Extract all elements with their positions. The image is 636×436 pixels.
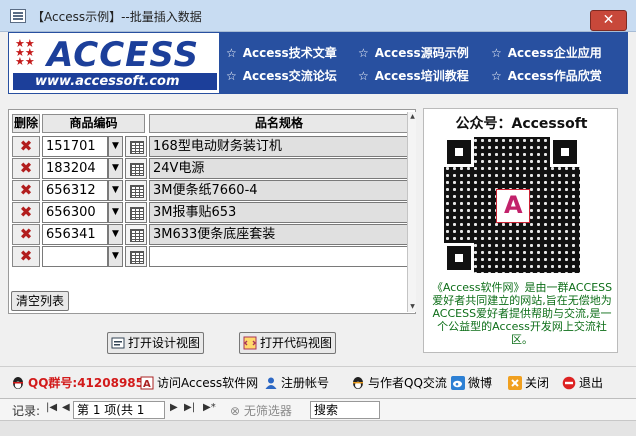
star-icon: ☆	[491, 69, 502, 83]
nav-access-source[interactable]: ☆ Access源码示例	[358, 44, 469, 61]
user-icon	[265, 377, 277, 389]
nav-access-showcase[interactable]: ☆ Access作品欣赏	[491, 67, 602, 84]
clear-list-button[interactable]: 清空列表	[11, 291, 69, 311]
name-field[interactable]	[149, 246, 409, 267]
logo-url: www.accessoft.com	[13, 73, 217, 90]
qr-panel: 公众号：Accessoft 《Access软件网》是由一群ACCESS爱好者共同…	[423, 108, 618, 353]
open-code-view-button[interactable]: 打开代码视图	[239, 332, 336, 354]
logo-stars-icon: ★★ ★★ ★★	[15, 37, 35, 68]
subform-grid: 删除 商品编码 品名规格 ✖ 151701 ▼ 168型电动财务装订机 ✖ 18…	[8, 109, 416, 314]
scroll-down-icon[interactable]: ▼	[408, 302, 417, 312]
record-label: 记录:	[12, 404, 41, 418]
record-position[interactable]: 第 1 项(共 1 项)	[73, 401, 165, 433]
name-field[interactable]: 3M633便条底座套装	[149, 224, 409, 245]
code-input[interactable]: 183204	[42, 158, 108, 179]
search-input[interactable]: 搜索	[310, 401, 380, 419]
window-close-button[interactable]: ✕	[590, 10, 627, 31]
delete-row-button[interactable]: ✖	[12, 158, 40, 179]
name-field[interactable]: 24V电源	[149, 158, 409, 179]
qq-group: QQ群号:41208985	[11, 374, 144, 391]
scroll-up-icon[interactable]: ▲	[408, 112, 417, 122]
design-view-icon	[111, 337, 125, 349]
nav-access-training[interactable]: ☆ Access培训教程	[358, 67, 469, 84]
nav-access-enterprise[interactable]: ☆ Access企业应用	[491, 44, 602, 61]
chevron-down-icon[interactable]: ▼	[108, 224, 123, 245]
star-icon: ☆	[226, 46, 237, 60]
chevron-down-icon[interactable]: ▼	[108, 158, 123, 179]
calculator-icon[interactable]	[125, 224, 147, 245]
logo-text: ACCESS	[47, 35, 200, 75]
delete-row-button[interactable]: ✖	[12, 202, 40, 223]
record-navigator: 记录: |◀ ◀ 第 1 项(共 1 项) ▶ ▶| ▶* ⊗ 无筛选器 搜索	[0, 398, 636, 433]
status-bar	[0, 420, 636, 436]
first-record-icon[interactable]: |◀	[46, 402, 57, 413]
author-qq-link[interactable]: 与作者QQ交流	[351, 374, 447, 391]
star-icon: ☆	[226, 69, 237, 83]
window-title: 【Access示例】--批量插入数据	[32, 10, 202, 24]
code-input[interactable]: 151701	[42, 136, 108, 157]
qr-code-image	[444, 137, 580, 273]
code-input[interactable]	[42, 246, 108, 267]
calculator-icon[interactable]	[125, 158, 147, 179]
delete-row-button[interactable]: ✖	[12, 136, 40, 157]
title-bar: 【Access示例】--批量插入数据 ✕	[0, 0, 636, 32]
nav-access-forum[interactable]: ☆ Access交流论坛	[226, 67, 337, 84]
chevron-down-icon[interactable]: ▼	[108, 202, 123, 223]
chevron-down-icon[interactable]: ▼	[108, 246, 123, 267]
prev-record-icon[interactable]: ◀	[62, 402, 70, 413]
nav-access-articles[interactable]: ☆ Access技术文章	[226, 44, 337, 61]
calculator-icon[interactable]	[125, 246, 147, 267]
code-view-icon	[243, 336, 257, 350]
no-filter-icon: ⊗	[230, 404, 244, 418]
filter-indicator[interactable]: ⊗ 无筛选器	[230, 402, 292, 419]
chevron-down-icon[interactable]: ▼	[108, 180, 123, 201]
chevron-down-icon[interactable]: ▼	[108, 136, 123, 157]
visit-site-link[interactable]: A 访问Access软件网	[140, 374, 258, 391]
new-record-icon[interactable]: ▶*	[203, 402, 216, 413]
name-field[interactable]: 168型电动财务装订机	[149, 136, 409, 157]
access-icon: A	[140, 376, 154, 390]
weibo-link[interactable]: 微博	[451, 374, 492, 391]
delete-row-button[interactable]: ✖	[12, 246, 40, 267]
calculator-icon[interactable]	[125, 136, 147, 157]
name-field[interactable]: 3M便条纸7660-4	[149, 180, 409, 201]
banner: ★★ ★★ ★★ ACCESS www.accessoft.com ☆ Access技…	[8, 32, 628, 94]
last-record-icon[interactable]: ▶|	[184, 402, 195, 413]
register-account-link[interactable]: 注册帐号	[264, 374, 329, 391]
code-input[interactable]: 656300	[42, 202, 108, 223]
header-code: 商品编码	[42, 114, 145, 133]
access-logo-icon	[496, 189, 530, 223]
weibo-icon	[451, 376, 465, 390]
code-input[interactable]: 656341	[42, 224, 108, 245]
qr-description: 《Access软件网》是由一群ACCESS爱好者共同建立的网站,旨在无偿地为AC…	[431, 281, 613, 346]
qq-chat-icon	[353, 377, 363, 389]
name-field[interactable]: 3M报事贴653	[149, 202, 409, 223]
calculator-icon[interactable]	[125, 180, 147, 201]
star-icon: ☆	[358, 69, 369, 83]
exit-link[interactable]: 退出	[562, 374, 603, 391]
code-input[interactable]: 656312	[42, 180, 108, 201]
calculator-icon[interactable]	[125, 202, 147, 223]
header-name: 品名规格	[149, 114, 409, 133]
close-link[interactable]: 关闭	[508, 374, 549, 391]
star-icon: ☆	[358, 46, 369, 60]
access-logo[interactable]: ★★ ★★ ★★ ACCESS www.accessoft.com	[9, 33, 219, 93]
star-icon: ☆	[491, 46, 502, 60]
close-icon	[508, 376, 522, 390]
qq-penguin-icon	[13, 377, 23, 389]
svg-text:A: A	[143, 379, 151, 390]
delete-row-button[interactable]: ✖	[12, 224, 40, 245]
next-record-icon[interactable]: ▶	[170, 402, 178, 413]
vertical-scrollbar[interactable]: ▲ ▼	[407, 112, 416, 312]
open-design-view-button[interactable]: 打开设计视图	[107, 332, 204, 354]
header-delete: 删除	[12, 114, 40, 133]
form-icon	[10, 9, 26, 23]
qr-title: 公众号：Accessoft	[455, 116, 588, 132]
delete-row-button[interactable]: ✖	[12, 180, 40, 201]
footer-links: QQ群号:41208985 A 访问Access软件网 注册帐号 与作者QQ交流 …	[0, 366, 636, 396]
stop-icon	[562, 376, 576, 390]
